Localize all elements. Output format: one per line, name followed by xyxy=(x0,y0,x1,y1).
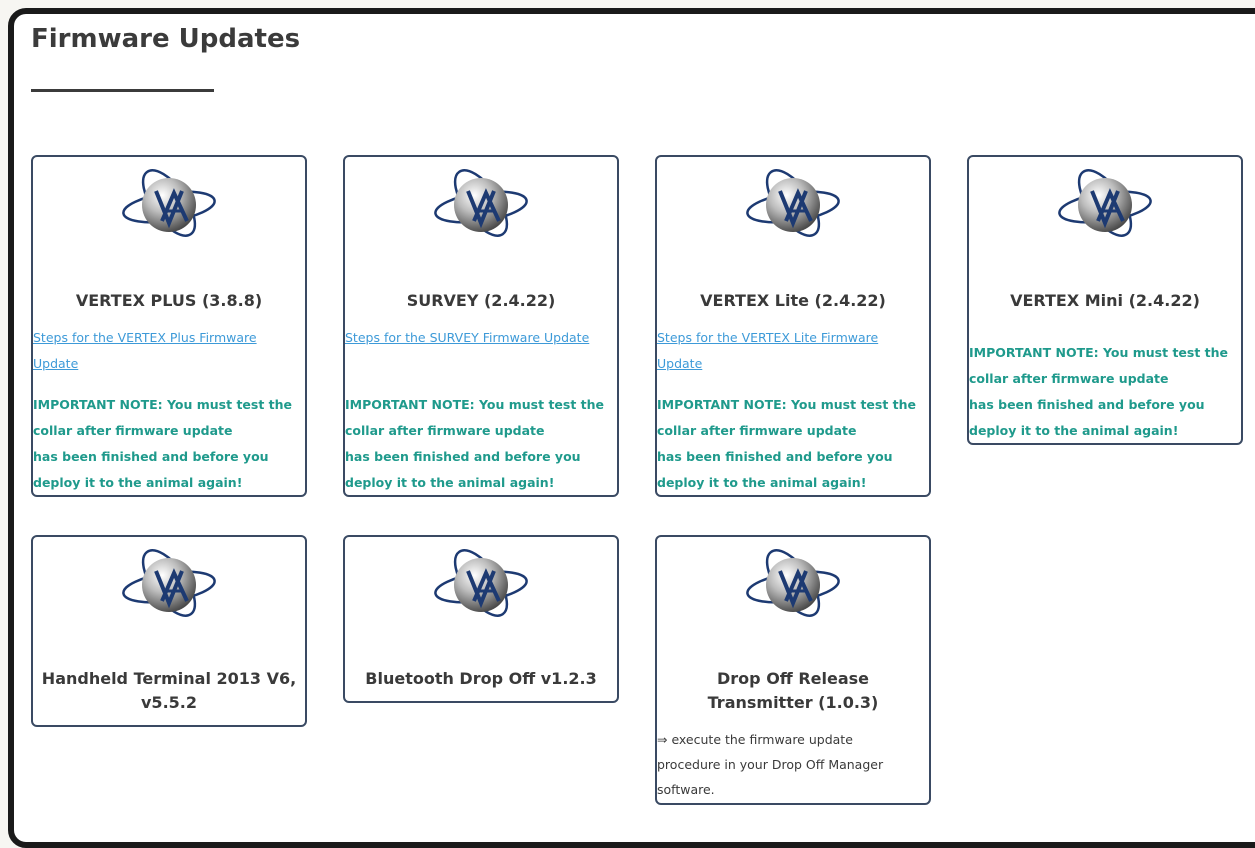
firmware-steps-link[interactable]: Steps for the VERTEX Lite Firmware Updat… xyxy=(657,325,923,377)
firmware-card-vertex-lite: VERTEX Lite (2.4.22) Steps for the VERTE… xyxy=(655,155,931,497)
important-note: IMPORTANT NOTE: You must test the collar… xyxy=(657,397,917,490)
firmware-card-handheld-terminal: Handheld Terminal 2013 V6, v5.5.2 xyxy=(31,535,307,727)
important-note: IMPORTANT NOTE: You must test the collar… xyxy=(33,397,293,490)
firmware-card-bluetooth-drop-off: Bluetooth Drop Off v1.2.3 xyxy=(343,535,619,703)
card-title: VERTEX Lite (2.4.22) xyxy=(700,291,886,310)
card-title: SURVEY (2.4.22) xyxy=(406,291,556,310)
card-title: Bluetooth Drop Off v1.2.3 xyxy=(365,669,597,688)
vectronic-logo-icon xyxy=(1055,163,1155,243)
vectronic-logo-icon xyxy=(431,163,531,243)
vectronic-logo-icon xyxy=(743,543,843,623)
firmware-card-drop-off-release-transmitter: Drop Off Release Transmitter (1.0.3) ⇒ e… xyxy=(655,535,931,805)
firmware-steps-link[interactable]: Steps for the VERTEX Plus Firmware Updat… xyxy=(33,325,299,377)
vectronic-logo-icon xyxy=(119,543,219,623)
important-note: IMPORTANT NOTE: You must test the collar… xyxy=(969,345,1229,438)
important-note: IMPORTANT NOTE: You must test the collar… xyxy=(345,397,605,490)
card-title: Drop Off Release Transmitter (1.0.3) xyxy=(707,669,879,712)
instruction-text: ⇒ execute the firmware update procedure … xyxy=(657,732,884,797)
firmware-steps-link[interactable]: Steps for the SURVEY Firmware Update xyxy=(345,325,611,351)
vectronic-logo-icon xyxy=(119,163,219,243)
card-title: Handheld Terminal 2013 V6, v5.5.2 xyxy=(41,669,297,712)
page-title: Firmware Updates xyxy=(31,24,301,54)
title-underline xyxy=(31,89,214,92)
firmware-card-vertex-plus: VERTEX PLUS (3.8.8) Steps for the VERTEX… xyxy=(31,155,307,497)
card-title: VERTEX PLUS (3.8.8) xyxy=(75,291,263,310)
card-title: VERTEX Mini (2.4.22) xyxy=(1010,291,1200,310)
vectronic-logo-icon xyxy=(743,163,843,243)
firmware-card-vertex-mini: VERTEX Mini (2.4.22) IMPORTANT NOTE: You… xyxy=(967,155,1243,445)
firmware-card-survey: SURVEY (2.4.22) Steps for the SURVEY Fir… xyxy=(343,155,619,497)
vectronic-logo-icon xyxy=(431,543,531,623)
